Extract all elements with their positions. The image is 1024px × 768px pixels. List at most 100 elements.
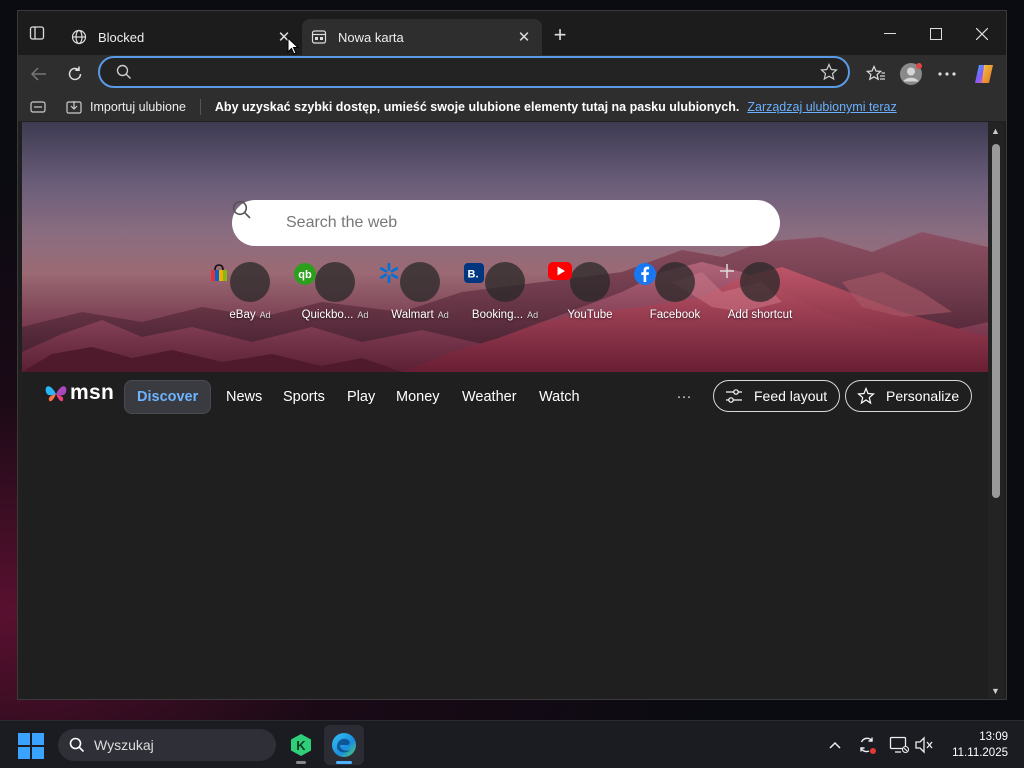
nav-news[interactable]: News: [226, 380, 262, 414]
scroll-up-icon[interactable]: ▲: [991, 126, 1001, 136]
add-favorite-star-icon[interactable]: [818, 61, 840, 83]
sync-alert-icon[interactable]: [855, 733, 879, 757]
tab-title: Nowa karta: [338, 29, 404, 45]
minimize-button[interactable]: [870, 21, 910, 47]
copilot-icon[interactable]: [971, 61, 997, 87]
edge-app-icon[interactable]: [324, 725, 364, 765]
more-nav-button[interactable]: ···: [672, 386, 696, 406]
shortcut-label: Facebook: [649, 309, 701, 321]
add-shortcut-button[interactable]: Add shortcut: [718, 262, 802, 322]
windows-start-icon[interactable]: [18, 733, 44, 759]
show-hidden-icons-chevron-up-icon[interactable]: [823, 733, 847, 757]
plus-icon: [720, 262, 780, 302]
nav-money[interactable]: Money: [396, 380, 440, 414]
scroll-down-icon[interactable]: ▼: [991, 686, 1001, 696]
youtube-icon: [548, 262, 610, 302]
app-running-indicator: [296, 761, 306, 764]
close-tab-icon[interactable]: ✕: [512, 25, 536, 49]
favorites-bar: Importuj ulubione Aby uzyskać szybki dos…: [18, 93, 1006, 121]
favorites-separator: [199, 99, 201, 115]
ad-badge: Ad: [437, 310, 449, 320]
msn-butterfly-icon: [45, 386, 67, 402]
sparkle-star-icon: [856, 387, 876, 405]
svg-text:B.: B.: [468, 269, 479, 281]
nav-watch[interactable]: Watch: [539, 380, 580, 414]
import-favorites-button[interactable]: Importuj ulubione: [66, 99, 186, 115]
facebook-icon: [634, 262, 695, 302]
quickbooks-icon: qb: [294, 262, 355, 302]
personalize-label: Personalize: [886, 388, 960, 404]
nav-play[interactable]: Play: [347, 380, 375, 414]
tab-blocked[interactable]: Blocked ✕: [62, 19, 302, 55]
ad-badge: Ad: [357, 310, 369, 320]
shortcut-facebook[interactable]: Facebook: [633, 262, 717, 322]
shortcut-label: YouTube: [567, 309, 613, 321]
shortcut-walmart[interactable]: Walmart Ad: [378, 262, 462, 322]
mountain-landscape: [22, 232, 988, 372]
newtab-page-icon: [310, 28, 328, 46]
manage-favorites-link[interactable]: Zarządzaj ulubionymi teraz: [747, 100, 896, 114]
clock-date: 11.11.2025: [952, 747, 1008, 759]
personalize-button[interactable]: Personalize: [845, 380, 973, 412]
search-icon: [114, 62, 134, 82]
close-window-button[interactable]: [962, 21, 1002, 47]
booking-icon: B.: [464, 262, 525, 302]
web-search-box[interactable]: Search the web: [232, 200, 780, 246]
kaspersky-app-icon[interactable]: K: [281, 725, 321, 765]
browser-toolbar: [18, 55, 1006, 93]
more-options-icon[interactable]: [934, 61, 960, 87]
search-icon: [232, 200, 272, 234]
nav-sports[interactable]: Sports: [283, 380, 325, 414]
search-placeholder: Search the web: [286, 214, 398, 231]
background-image: Search the web eBayAd qb Quickbo...Ad: [22, 122, 988, 372]
tab-actions-icon[interactable]: [26, 23, 48, 43]
scrollbar-thumb[interactable]: [992, 144, 1000, 498]
back-button[interactable]: [26, 61, 52, 87]
tab-new-tab[interactable]: Nowa karta ✕: [302, 19, 542, 55]
svg-text:qb: qb: [298, 269, 312, 281]
globe-icon: [70, 28, 88, 46]
import-favorites-label: Importuj ulubione: [90, 100, 186, 114]
taskbar-search-placeholder: Wyszukaj: [94, 737, 154, 753]
msn-navigation-bar: msn Discover News Sports Play Money Weat…: [22, 372, 988, 422]
import-icon: [66, 99, 84, 115]
favorites-bar-toggle-icon[interactable]: [28, 99, 48, 115]
volume-muted-icon[interactable]: [912, 733, 936, 757]
taskbar: Wyszukaj K 13:09 11.11.2025: [0, 720, 1024, 768]
address-bar[interactable]: [98, 56, 850, 88]
search-icon: [68, 736, 86, 754]
maximize-button[interactable]: [916, 21, 956, 47]
favorites-bar-message: Aby uzyskać szybki dostęp, umieść swoje …: [214, 100, 740, 114]
shortcut-booking[interactable]: B. Booking... Ad: [463, 262, 547, 322]
ebay-icon: [211, 262, 270, 302]
shortcut-youtube[interactable]: YouTube: [548, 262, 632, 322]
address-input[interactable]: [142, 64, 818, 80]
mouse-cursor-icon: [287, 37, 299, 55]
page-scrollbar[interactable]: ▲ ▼: [988, 122, 1004, 698]
browser-window: Blocked ✕ Nowa karta ✕ + Importuj ulubio…: [17, 10, 1007, 700]
walmart-icon: [379, 262, 440, 302]
shortcut-label: Booking...: [471, 309, 524, 321]
shortcut-label: Quickbo...: [301, 309, 354, 321]
shortcut-quickbooks[interactable]: qb Quickbo... Ad: [293, 262, 377, 322]
ad-badge: Ad: [259, 310, 271, 320]
system-clock[interactable]: 13:09 11.11.2025: [940, 729, 1008, 761]
profile-avatar-icon[interactable]: [898, 61, 924, 87]
favorites-icon[interactable]: [863, 61, 889, 87]
network-monitor-icon[interactable]: [887, 733, 911, 757]
new-tab-page: Search the web eBayAd qb Quickbo...Ad: [22, 122, 988, 698]
refresh-button[interactable]: [62, 61, 88, 87]
title-bar: Blocked ✕ Nowa karta ✕ +: [18, 11, 1006, 55]
shortcut-ebay[interactable]: eBay Ad: [208, 262, 292, 322]
nav-discover[interactable]: Discover: [124, 380, 212, 414]
svg-text:K: K: [296, 738, 306, 753]
new-tab-button[interactable]: +: [548, 22, 572, 47]
msn-logo[interactable]: msn: [44, 380, 114, 406]
nav-weather[interactable]: Weather: [462, 380, 517, 414]
taskbar-search[interactable]: Wyszukaj: [58, 729, 276, 761]
sliders-icon: [724, 387, 744, 405]
clock-time: 13:09: [979, 731, 1008, 743]
feed-layout-button[interactable]: Feed layout: [713, 380, 841, 412]
shortcut-label: Walmart: [391, 309, 434, 321]
msn-logo-text: msn: [70, 381, 115, 404]
